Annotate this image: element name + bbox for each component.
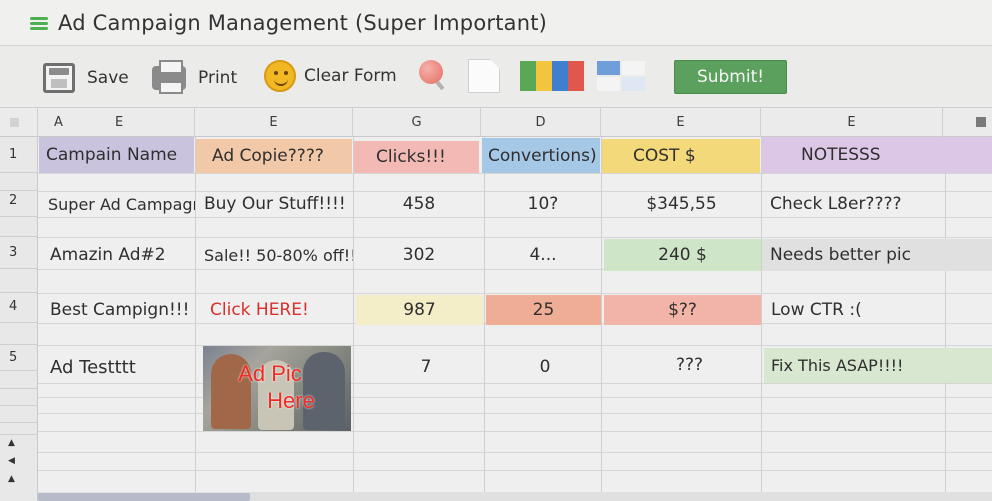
print-label: Print bbox=[198, 68, 238, 88]
hamburger-menu-icon[interactable] bbox=[30, 17, 48, 30]
cell-conversions[interactable]: 0 bbox=[489, 350, 601, 384]
cell-clicks[interactable]: 302 bbox=[354, 239, 484, 271]
cell-cost-highlighted[interactable]: 240 $ bbox=[604, 239, 761, 271]
row-header-5[interactable]: 5 bbox=[0, 345, 38, 371]
save-button[interactable]: Save bbox=[43, 60, 129, 96]
cell-notes[interactable]: Needs better pic bbox=[762, 239, 992, 271]
column-header-a[interactable]: A E bbox=[38, 108, 195, 137]
column-header-e2[interactable]: E bbox=[601, 108, 761, 137]
ad-image-caption-line2: Here bbox=[267, 388, 315, 413]
grid-line bbox=[38, 470, 992, 471]
window-title: Ad Campaign Management (Super Important) bbox=[58, 11, 548, 35]
save-icon bbox=[43, 63, 75, 93]
color-blocks-icon[interactable] bbox=[520, 61, 584, 91]
grid-line bbox=[38, 397, 992, 398]
row-header-3[interactable]: 3 bbox=[0, 237, 38, 269]
header-cell-conversions[interactable]: Convertions) bbox=[482, 138, 600, 173]
clear-form-label: Clear Form bbox=[304, 66, 397, 86]
column-header-letter: E bbox=[115, 115, 124, 130]
column-header-g[interactable]: G bbox=[353, 108, 481, 137]
header-cell-cost[interactable]: COST $ bbox=[602, 139, 760, 173]
column-header-e3[interactable]: E bbox=[761, 108, 943, 137]
table-layout-icon[interactable] bbox=[597, 61, 645, 91]
grid-line bbox=[38, 413, 992, 414]
cell-ad-copy[interactable]: Sale!! 50-80% off!!! bbox=[196, 239, 353, 271]
ad-image-placeholder[interactable]: Ad Pic Here bbox=[203, 346, 351, 431]
grid-line bbox=[38, 217, 992, 218]
row-header-blank bbox=[0, 406, 38, 423]
grid-line bbox=[38, 431, 992, 432]
printer-icon bbox=[152, 60, 186, 94]
row-header-blank bbox=[0, 217, 38, 237]
horizontal-scrollbar-thumb[interactable] bbox=[38, 493, 250, 501]
grid-line bbox=[38, 173, 992, 174]
cell-cost-highlighted[interactable]: $?? bbox=[604, 295, 761, 325]
row-header-blank bbox=[0, 323, 38, 345]
cell-notes-highlighted[interactable]: Fix This ASAP!!!! bbox=[764, 348, 992, 383]
cell-clicks-highlighted[interactable]: 987 bbox=[356, 295, 483, 325]
smiley-icon bbox=[264, 60, 296, 92]
row-header-blank bbox=[0, 423, 38, 435]
print-button[interactable]: Print bbox=[152, 60, 237, 96]
cell-cost[interactable]: ??? bbox=[608, 348, 771, 382]
column-header-e[interactable]: E bbox=[195, 108, 353, 137]
column-header-d[interactable]: D bbox=[481, 108, 601, 137]
cell-conversions[interactable]: 4... bbox=[485, 239, 601, 271]
cell-notes[interactable]: Check L8er???? bbox=[762, 191, 945, 217]
header-cell-clicks[interactable]: Clicks!!! bbox=[354, 141, 479, 173]
cell-campaign-name[interactable]: Best Campign!!! bbox=[39, 295, 195, 325]
search-icon[interactable] bbox=[418, 59, 448, 91]
select-all-corner[interactable] bbox=[0, 108, 38, 137]
header-cell-ad-copy[interactable]: Ad Copie???? bbox=[196, 139, 352, 173]
cell-campaign-name[interactable]: Ad Testttt bbox=[39, 350, 195, 384]
row-header-1[interactable]: 1 bbox=[0, 137, 38, 173]
scroll-up-icon[interactable]: ▲ bbox=[8, 438, 15, 448]
row-header-blank bbox=[0, 173, 38, 191]
ad-image-caption-line1: Ad Pic bbox=[238, 361, 302, 386]
cell-clicks[interactable]: 7 bbox=[364, 350, 488, 384]
cell-campaign-name[interactable]: Super Ad Campagn bbox=[39, 191, 195, 217]
clear-form-button[interactable]: Clear Form bbox=[264, 58, 397, 94]
grid-line bbox=[38, 452, 992, 453]
grid-line bbox=[38, 345, 992, 346]
grid-line bbox=[945, 137, 946, 492]
cell-cost[interactable]: $345,55 bbox=[602, 191, 761, 217]
ad-image-caption: Ad Pic Here bbox=[203, 360, 351, 414]
row-header-blank bbox=[0, 269, 38, 293]
row-header-blank bbox=[0, 389, 38, 406]
cell-notes[interactable]: Low CTR :( bbox=[762, 295, 945, 325]
header-cell-campaign-name[interactable]: Campain Name bbox=[39, 137, 194, 173]
grid-line bbox=[38, 293, 992, 294]
cell-ad-copy-link[interactable]: Click HERE! bbox=[196, 295, 353, 325]
submit-button[interactable]: Submit! bbox=[674, 60, 787, 94]
scroll-up-small-icon[interactable]: ▲ bbox=[8, 474, 15, 484]
cell-clicks[interactable]: 458 bbox=[354, 191, 484, 217]
header-menu-icon[interactable] bbox=[976, 117, 986, 127]
grid-line bbox=[38, 237, 992, 238]
cell-conversions-highlighted[interactable]: 25 bbox=[486, 295, 601, 325]
header-cell-notes[interactable]: NOTESSS bbox=[762, 137, 992, 173]
row-header-2[interactable]: 2 bbox=[0, 191, 38, 217]
row-header-blank bbox=[0, 371, 38, 389]
cell-ad-copy[interactable]: Buy Our Stuff!!!! bbox=[196, 191, 353, 217]
cell-campaign-name[interactable]: Amazin Ad#2 bbox=[39, 239, 195, 271]
save-label: Save bbox=[87, 68, 129, 88]
scroll-left-icon[interactable]: ◀ bbox=[8, 456, 15, 466]
column-header-letter: A bbox=[54, 115, 63, 130]
row-header-4[interactable]: 4 bbox=[0, 293, 38, 323]
cell-conversions[interactable]: 10? bbox=[485, 191, 601, 217]
